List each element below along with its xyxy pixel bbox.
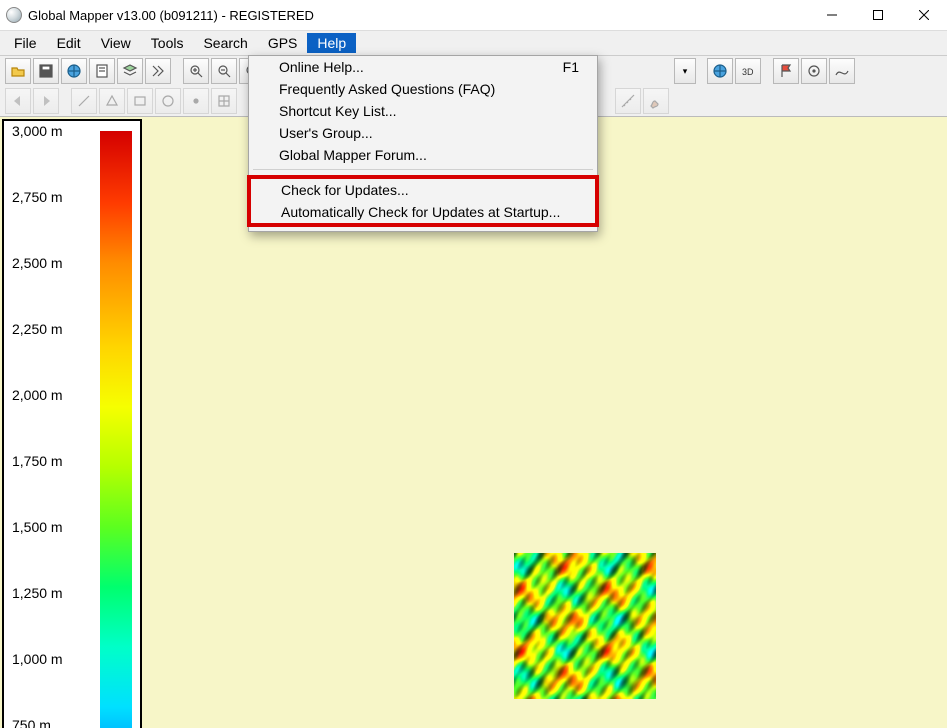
hand-next-icon — [33, 88, 59, 114]
close-button[interactable] — [901, 0, 947, 30]
elevation-legend: 3,000 m 2,750 m 2,500 m 2,250 m 2,000 m 1,750… — [2, 119, 142, 728]
menubar: FileEditViewToolsSearchGPSHelp — [0, 31, 947, 56]
3d-icon[interactable]: 3D — [735, 58, 761, 84]
line-icon — [71, 88, 97, 114]
legend-tick: 1,000 m — [12, 651, 63, 667]
menu-gps[interactable]: GPS — [258, 33, 308, 53]
terrain-thumbnail — [514, 553, 656, 699]
open-icon[interactable] — [5, 58, 31, 84]
measure-icon — [615, 88, 641, 114]
doc-icon[interactable] — [89, 58, 115, 84]
legend-tick: 2,750 m — [12, 189, 63, 205]
legend-tick: 3,000 m — [12, 123, 63, 139]
legend-tick: 1,250 m — [12, 585, 63, 601]
script-icon[interactable] — [145, 58, 171, 84]
titlebar: Global Mapper v13.00 (b091211) - REGISTE… — [0, 0, 947, 31]
help-menu-item[interactable]: Shortcut Key List... — [249, 100, 597, 122]
circle-icon — [155, 88, 181, 114]
legend-tick: 2,000 m — [12, 387, 63, 403]
minimize-button[interactable] — [809, 0, 855, 30]
zoom-in-icon[interactable] — [183, 58, 209, 84]
toolbar-combo-dropdown[interactable]: ▾ — [674, 58, 696, 84]
save-icon[interactable] — [33, 58, 59, 84]
menu-view[interactable]: View — [91, 33, 141, 53]
globe-icon[interactable] — [61, 58, 87, 84]
globe2-icon[interactable] — [707, 58, 733, 84]
brush-icon — [643, 88, 669, 114]
menu-edit[interactable]: Edit — [47, 33, 91, 53]
legend-tick: 1,750 m — [12, 453, 63, 469]
menu-help[interactable]: Help — [307, 33, 356, 53]
point-icon — [183, 88, 209, 114]
maximize-button[interactable] — [855, 0, 901, 30]
window-title: Global Mapper v13.00 (b091211) - REGISTE… — [28, 8, 314, 23]
legend-tick: 1,500 m — [12, 519, 63, 535]
layers-icon[interactable] — [117, 58, 143, 84]
help-menu-item[interactable]: Global Mapper Forum... — [249, 144, 597, 166]
flag-icon[interactable] — [773, 58, 799, 84]
svg-text:3D: 3D — [742, 67, 754, 77]
zoom-out-icon[interactable] — [211, 58, 237, 84]
update-items-highlight: Check for Updates...Automatically Check … — [247, 175, 599, 227]
legend-tick: 750 m — [12, 717, 51, 728]
target-icon[interactable] — [801, 58, 827, 84]
menu-file[interactable]: File — [4, 33, 47, 53]
hand-prev-icon — [5, 88, 31, 114]
help-menu-item[interactable]: Frequently Asked Questions (FAQ) — [249, 78, 597, 100]
help-menu-item[interactable]: User's Group... — [249, 122, 597, 144]
rect-icon — [127, 88, 153, 114]
help-menu-item[interactable]: Online Help...F1 — [249, 56, 597, 78]
window-controls — [809, 0, 947, 30]
help-menu-item[interactable]: Check for Updates... — [251, 179, 595, 201]
legend-tick: 2,250 m — [12, 321, 63, 337]
legend-gradient — [100, 131, 132, 728]
app-icon — [6, 7, 22, 23]
help-menu-dropdown: Online Help...F1Frequently Asked Questio… — [248, 55, 598, 232]
poly-icon — [99, 88, 125, 114]
path-icon[interactable] — [829, 58, 855, 84]
help-menu-item[interactable]: Automatically Check for Updates at Start… — [251, 201, 595, 223]
menu-tools[interactable]: Tools — [141, 33, 194, 53]
menu-search[interactable]: Search — [193, 33, 257, 53]
legend-tick: 2,500 m — [12, 255, 63, 271]
grid-icon — [211, 88, 237, 114]
